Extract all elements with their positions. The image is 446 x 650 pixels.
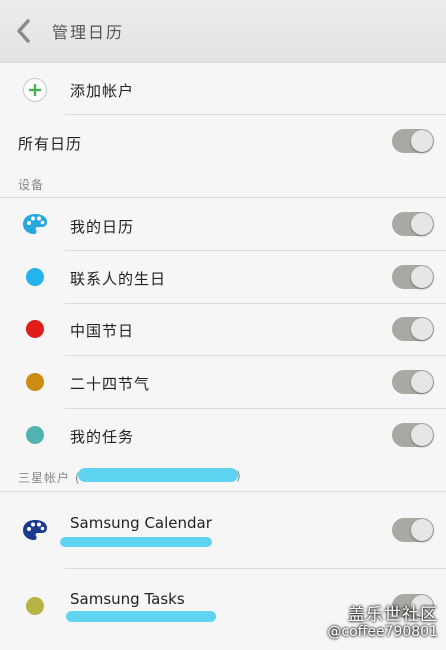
- color-dot: [26, 268, 44, 286]
- section-header-suffix: ): [236, 469, 242, 483]
- watermark-handle: @coffee790801: [327, 624, 438, 640]
- calendar-label: Samsung Calendar: [70, 514, 212, 532]
- divider: [65, 114, 446, 115]
- calendar-label: 中国节日: [70, 322, 135, 340]
- calendar-label: 联系人的生日: [70, 270, 167, 288]
- calendar-toggle[interactable]: [392, 518, 434, 542]
- calendar-label: Samsung Tasks: [70, 590, 185, 608]
- all-calendars-label: 所有日历: [18, 135, 83, 153]
- calendar-toggle[interactable]: [392, 370, 434, 394]
- palette-icon: [23, 520, 47, 540]
- divider: [0, 491, 446, 492]
- color-dot: [26, 597, 44, 615]
- plus-icon: [29, 84, 41, 96]
- divider: [65, 568, 446, 569]
- color-dot: [26, 320, 44, 338]
- all-calendars-toggle[interactable]: [392, 129, 434, 153]
- calendar-toggle[interactable]: [392, 423, 434, 447]
- color-dot: [26, 426, 44, 444]
- back-arrow-icon[interactable]: [14, 18, 34, 44]
- app-header: 管理日历: [0, 0, 446, 63]
- add-icon[interactable]: [23, 78, 47, 102]
- page-title: 管理日历: [52, 23, 125, 42]
- divider: [65, 303, 446, 304]
- section-header-device: 设备: [18, 178, 45, 192]
- palette-icon: [23, 214, 47, 234]
- watermark-title: 盖乐世社区: [348, 605, 438, 625]
- section-header-samsung: 三星帐户 (: [18, 471, 81, 485]
- redaction-scribble: [78, 468, 238, 482]
- color-dot: [26, 373, 44, 391]
- add-account-label[interactable]: 添加帐户: [70, 80, 134, 101]
- redaction-scribble: [66, 611, 216, 622]
- calendar-toggle[interactable]: [392, 265, 434, 289]
- divider: [65, 250, 446, 251]
- calendar-label: 二十四节气: [70, 375, 151, 393]
- calendar-label: 我的任务: [70, 428, 135, 446]
- divider: [65, 355, 446, 356]
- calendar-toggle[interactable]: [392, 212, 434, 236]
- divider: [65, 408, 446, 409]
- calendar-label: 我的日历: [70, 218, 135, 236]
- redaction-scribble: [60, 537, 212, 547]
- divider: [0, 197, 446, 198]
- calendar-toggle[interactable]: [392, 317, 434, 341]
